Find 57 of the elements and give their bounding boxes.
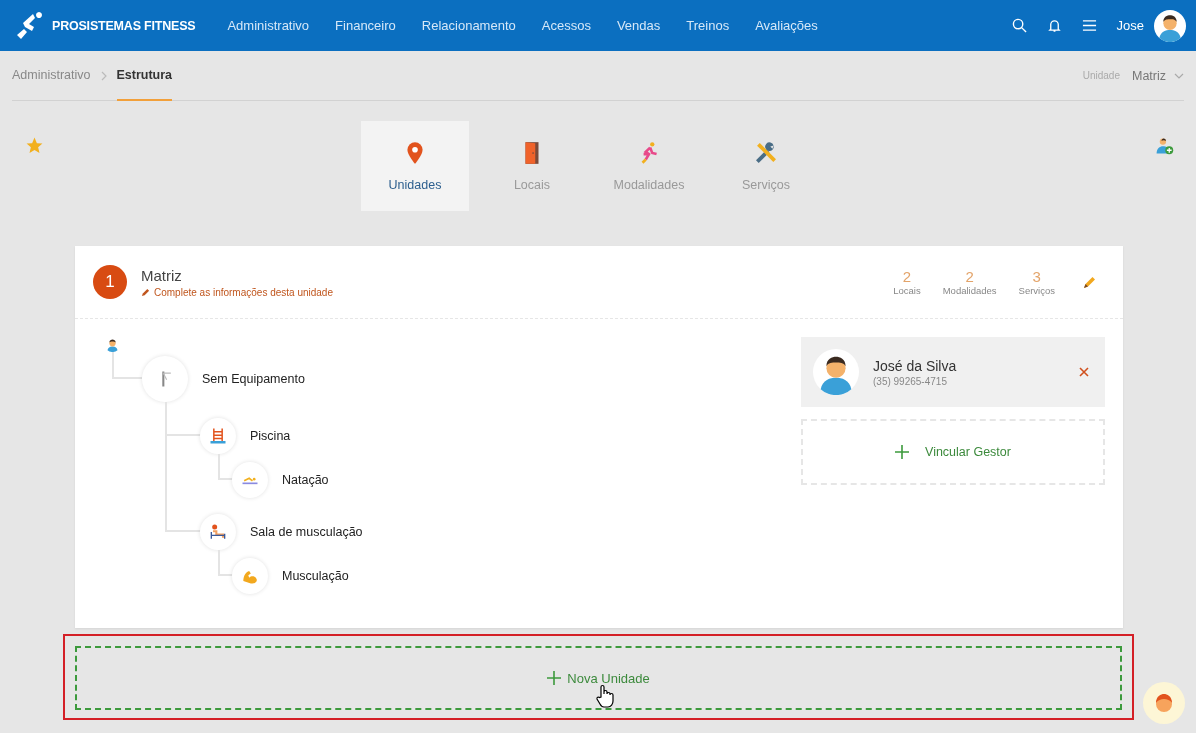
- complete-info-link[interactable]: Complete as informações desta unidade: [141, 286, 333, 298]
- close-icon[interactable]: [1079, 367, 1089, 377]
- stat-label: Serviços: [1018, 285, 1055, 296]
- person-avatar: [813, 349, 859, 395]
- person-icon: [105, 337, 120, 352]
- stat-label: Modalidades: [942, 285, 997, 296]
- stat-value: 2: [965, 268, 974, 285]
- pencil-icon[interactable]: [1083, 275, 1097, 289]
- tree-node-label: Musculação: [282, 569, 349, 583]
- brand-name[interactable]: PROSISTEMAS FITNESS: [52, 18, 196, 33]
- nav-link[interactable]: Relacionamento: [421, 18, 516, 33]
- pencil-icon: [141, 287, 150, 297]
- star-icon[interactable]: [25, 136, 44, 155]
- user-avatar[interactable]: [1154, 9, 1186, 42]
- manager-name: José da Silva: [873, 357, 958, 374]
- tab[interactable]: Modalidades: [595, 121, 703, 211]
- breadcrumb-link[interactable]: Administrativo: [12, 51, 91, 101]
- tools-icon: [753, 140, 779, 166]
- nav-link[interactable]: Financeiro: [335, 18, 396, 33]
- tree-node-label: Sala de musculação: [250, 525, 363, 539]
- stat-label: Locais: [893, 285, 921, 296]
- unit-dropdown[interactable]: Matriz: [1131, 68, 1184, 83]
- bell-icon[interactable]: [1046, 18, 1062, 33]
- stat-value: 3: [1032, 268, 1041, 285]
- nav-link[interactable]: Acessos: [541, 18, 591, 33]
- connector-line: [218, 454, 232, 480]
- connector-line: [218, 550, 232, 576]
- add-user-icon[interactable]: [1155, 136, 1174, 155]
- unit-label: Unidade: [1082, 70, 1120, 81]
- tree-node-label: Piscina: [250, 429, 291, 443]
- chevron-down-icon: [1174, 72, 1184, 79]
- nav-link[interactable]: Avaliações: [755, 18, 818, 33]
- nav-link[interactable]: Vendas: [616, 18, 661, 33]
- stat-value: 2: [902, 268, 912, 285]
- link-manager-button[interactable]: Vincular Gestor: [801, 419, 1105, 485]
- tab[interactable]: Serviços: [712, 121, 820, 211]
- unit-name: Matriz: [141, 266, 183, 284]
- unit-number-badge: 1: [93, 265, 127, 299]
- search-icon[interactable]: [1011, 18, 1027, 33]
- nav-link[interactable]: Treinos: [686, 18, 730, 33]
- manager-phone: (35) 99265-4715: [873, 375, 948, 387]
- breadcrumb-link[interactable]: Estrutura: [116, 51, 173, 101]
- tab[interactable]: Locais: [478, 121, 586, 211]
- menu-icon[interactable]: [1081, 18, 1097, 33]
- user-name[interactable]: Jose: [1116, 18, 1144, 33]
- weightlifter-icon: [208, 522, 228, 542]
- chevron-right-icon: [100, 70, 107, 81]
- new-unit-button[interactable]: Nova Unidade: [75, 646, 1122, 710]
- hand-cursor-icon: [595, 684, 615, 708]
- tab[interactable]: Unidades: [361, 121, 469, 211]
- pool-ladder-icon: [208, 426, 228, 446]
- plus-icon: [895, 445, 910, 459]
- tree-node-label: Natação: [282, 473, 329, 487]
- nav-link[interactable]: Administrativo: [227, 18, 310, 33]
- connector-line: [112, 352, 142, 379]
- plus-icon: [547, 671, 562, 685]
- tree-node-label: Sem Equipamento: [202, 372, 305, 386]
